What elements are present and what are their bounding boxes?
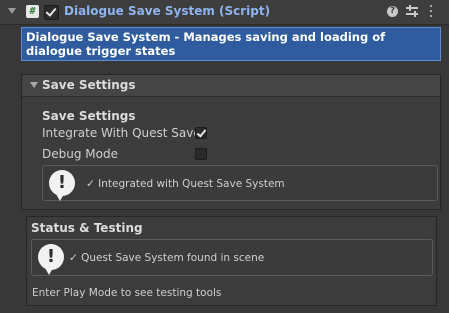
integrate-with-quest-save-toggle[interactable]: [195, 127, 207, 139]
script-icon: #: [26, 5, 39, 18]
info-helpbox: ! ✓ Integrated with Quest Save System: [42, 165, 438, 201]
checkmark-icon: [45, 5, 57, 17]
info-icon-tail: [56, 194, 64, 201]
save-settings-panel: Save Settings Save Settings Integrate Wi…: [21, 74, 441, 210]
debug-mode-toggle[interactable]: [195, 148, 207, 160]
info-icon-tail: [45, 268, 53, 275]
play-mode-hint: Enter Play Mode to see testing tools: [32, 287, 222, 299]
presets-icon[interactable]: [406, 5, 418, 17]
foldout-arrow-icon: [30, 82, 38, 88]
component-header[interactable]: # Dialogue Save System (Script) ?: [0, 0, 449, 25]
help-icon[interactable]: ?: [387, 6, 398, 17]
info-message: ✓ Integrated with Quest Save System: [86, 178, 285, 190]
description-banner: Dialogue Save System - Manages saving an…: [21, 27, 441, 61]
foldout-label: Save Settings: [42, 78, 136, 92]
status-message: ✓ Quest Save System found in scene: [69, 252, 265, 264]
debug-mode-label: Debug Mode: [42, 147, 118, 161]
save-settings-foldout[interactable]: Save Settings: [22, 75, 440, 97]
description-text: Dialogue Save System - Manages saving an…: [26, 30, 386, 58]
component-enabled-checkbox[interactable]: [44, 5, 59, 20]
component-title: Dialogue Save System (Script): [64, 4, 271, 18]
section-header: Save Settings: [42, 109, 136, 123]
foldout-arrow-icon[interactable]: [8, 8, 16, 14]
status-testing-panel: Status & Testing ! ✓ Quest Save System f…: [26, 216, 437, 306]
context-menu-icon[interactable]: [429, 5, 433, 18]
inspector-component: # Dialogue Save System (Script) ? Dialog…: [0, 0, 449, 313]
integrate-with-quest-save-label: Integrate With Quest Save: [42, 126, 201, 140]
status-testing-title: Status & Testing: [31, 221, 143, 235]
info-icon: !: [49, 170, 75, 196]
status-helpbox: ! ✓ Quest Save System found in scene: [31, 239, 433, 276]
info-icon: !: [38, 244, 64, 270]
checkmark-icon: [196, 127, 207, 138]
